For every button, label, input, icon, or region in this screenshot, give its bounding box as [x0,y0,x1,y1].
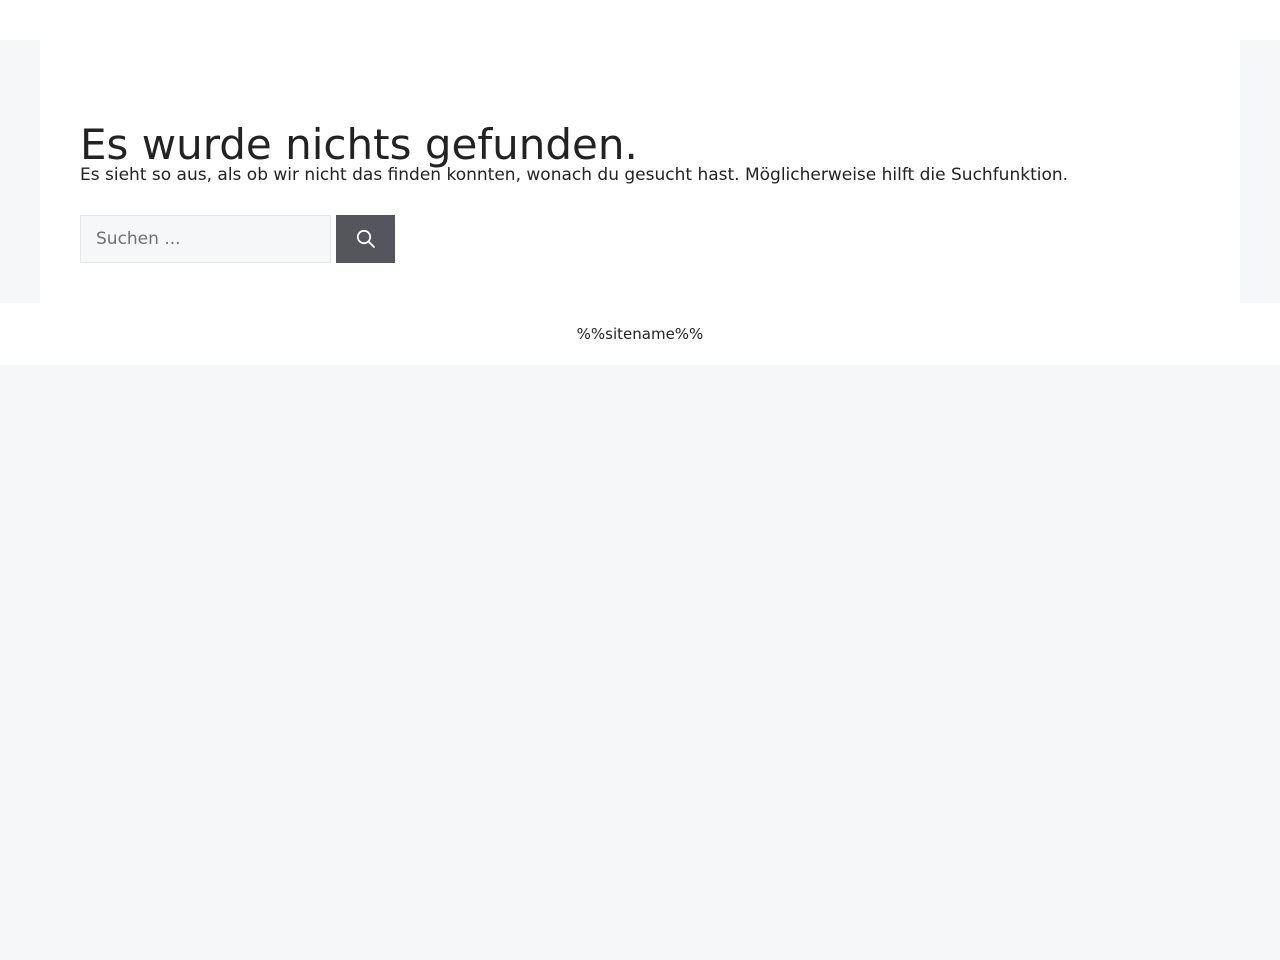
no-results-message: Es sieht so aus, als ob wir nicht das fi… [80,165,1069,185]
footer-site-name: %%sitename%% [576,325,704,343]
search-input[interactable] [80,215,331,263]
site-footer: %%sitename%% [0,303,1280,365]
main-content: Es wurde nichts gefunden. Es sieht so au… [40,40,1240,303]
search-form [80,215,395,263]
search-button[interactable] [336,215,395,263]
search-icon [356,229,375,248]
top-bar [0,0,1280,40]
